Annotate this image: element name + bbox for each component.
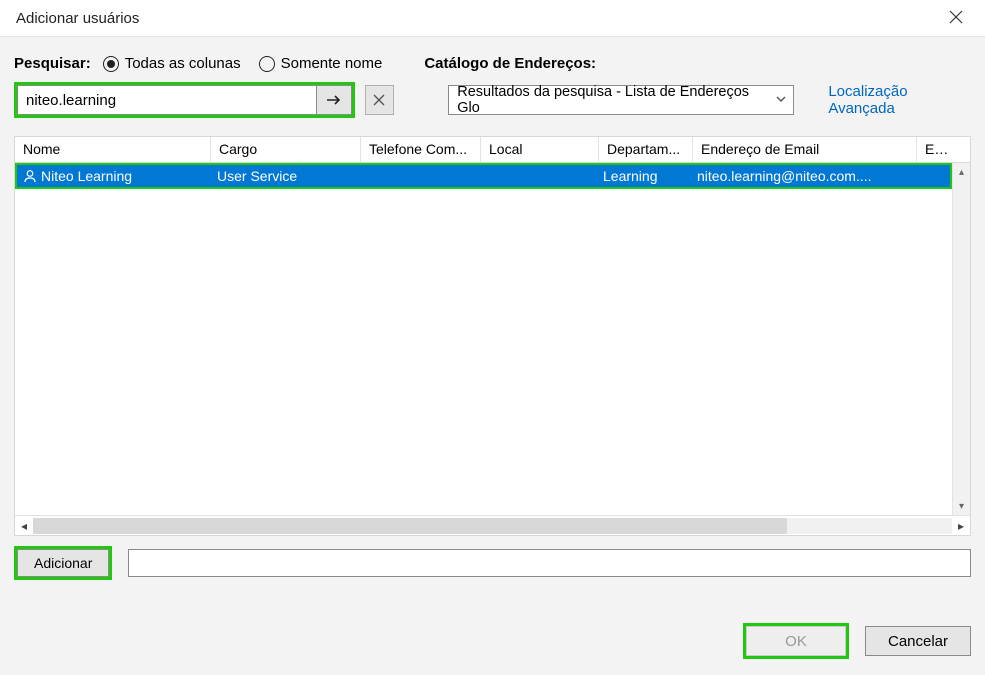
clear-search-button[interactable] [365, 85, 394, 115]
table-header: Nome Cargo Telefone Com... Local Departa… [15, 137, 970, 163]
table-row[interactable]: Niteo Learning User Service Learning nit… [17, 165, 950, 187]
close-icon [949, 10, 963, 24]
radio-name-only[interactable]: Somente nome [259, 55, 383, 72]
hscroll-track [33, 518, 952, 534]
results-table: Nome Cargo Telefone Com... Local Departa… [14, 136, 971, 536]
add-button[interactable]: Adicionar [17, 549, 109, 577]
chevron-down-icon [775, 93, 787, 109]
arrow-right-icon [326, 94, 342, 106]
search-highlight [14, 82, 355, 118]
column-header-telefone[interactable]: Telefone Com... [361, 137, 481, 162]
row-highlight: Niteo Learning User Service Learning nit… [15, 163, 952, 189]
search-label: Pesquisar: [14, 55, 91, 72]
window-titlebar: Adicionar usuários [0, 0, 985, 36]
catalog-selected-text: Resultados da pesquisa - Lista de Endere… [457, 84, 769, 116]
cancel-button[interactable]: Cancelar [865, 626, 971, 656]
add-button-highlight: Adicionar [14, 546, 112, 580]
cell-nome: Niteo Learning [41, 168, 132, 184]
catalog-label: Catálogo de Endereços: [424, 55, 596, 72]
person-icon [23, 169, 37, 183]
column-header-nome[interactable]: Nome [15, 137, 211, 162]
radio-all-columns[interactable]: Todas as colunas [103, 55, 241, 72]
scroll-left-icon: ◂ [15, 519, 33, 533]
cell-email: niteo.learning@niteo.com.... [691, 168, 915, 184]
search-go-button[interactable] [316, 85, 352, 115]
recipients-field[interactable] [128, 549, 971, 577]
column-header-departamento[interactable]: Departam... [599, 137, 693, 162]
column-header-cargo[interactable]: Cargo [211, 137, 361, 162]
window-title: Adicionar usuários [16, 10, 139, 27]
search-input[interactable] [17, 85, 317, 115]
cell-departamento: Learning [597, 168, 691, 184]
scroll-right-icon: ▸ [952, 519, 970, 533]
scroll-down-icon: ▾ [953, 497, 970, 515]
close-button[interactable] [943, 6, 969, 30]
horizontal-scrollbar[interactable]: ◂ ▸ [15, 515, 970, 535]
ok-button[interactable]: OK [746, 626, 846, 656]
ok-button-highlight: OK [743, 623, 849, 659]
column-header-email[interactable]: Endereço de Email [693, 137, 917, 162]
column-header-local[interactable]: Local [481, 137, 599, 162]
x-icon [373, 94, 385, 106]
hscroll-thumb[interactable] [33, 518, 787, 534]
column-header-empresa[interactable]: Empresa [917, 137, 961, 162]
catalog-dropdown[interactable]: Resultados da pesquisa - Lista de Endere… [448, 85, 794, 115]
vertical-scrollbar[interactable]: ▴ ▾ [952, 163, 970, 515]
radio-name-only-label: Somente nome [281, 55, 383, 72]
radio-icon [259, 56, 275, 72]
scroll-up-icon: ▴ [953, 163, 970, 181]
radio-all-columns-label: Todas as colunas [125, 55, 241, 72]
radio-icon [103, 56, 119, 72]
cell-cargo: User Service [211, 168, 361, 184]
advanced-search-link[interactable]: Localização Avançada [828, 83, 971, 117]
